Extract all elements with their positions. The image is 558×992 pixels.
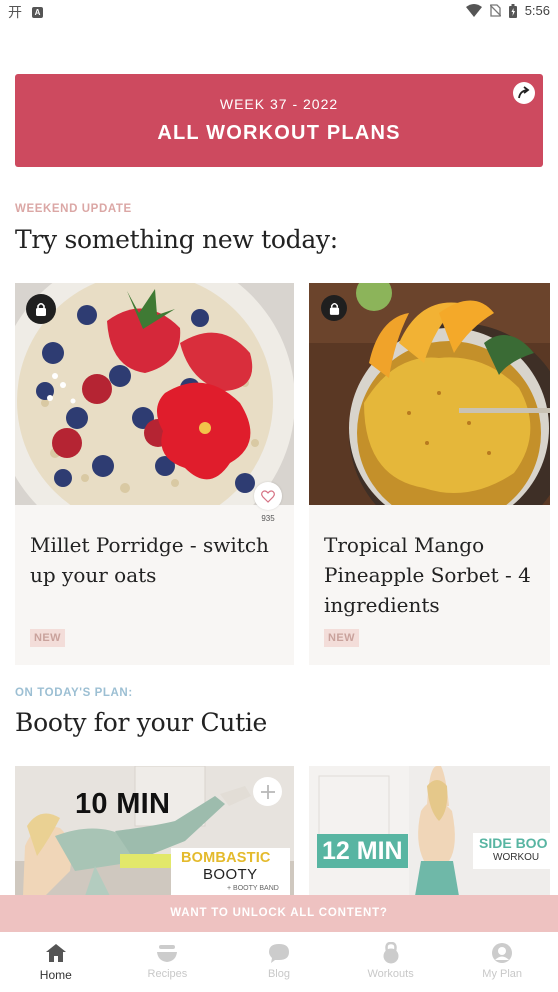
clock: 5:56	[524, 3, 550, 18]
workout-duration: 12 MIN	[317, 834, 408, 868]
nav-item-workouts[interactable]: Workouts	[335, 932, 447, 992]
nav-label: Recipes	[147, 968, 188, 980]
nav-item-recipes[interactable]: Recipes	[112, 932, 224, 992]
recipe-card[interactable]: 935 Millet Porridge - switch up your oat…	[15, 283, 294, 665]
no-sim-icon	[489, 4, 501, 17]
workout-tag-line2: WORKOU	[493, 852, 540, 863]
recipe-card[interactable]: Tropical Mango Pineapple Sorbet - 4 ingr…	[309, 283, 550, 665]
status-bar: 开 A 5:56	[0, 0, 558, 26]
unlock-all-content-bar[interactable]: WANT TO UNLOCK ALL CONTENT?	[0, 895, 558, 932]
wifi-icon	[465, 4, 482, 17]
recipe-title: Tropical Mango Pineapple Sorbet - 4 ingr…	[324, 533, 531, 617]
like-count: 935	[261, 514, 275, 523]
workout-title-tag: SIDE BOO WORKOU	[473, 833, 550, 869]
home-icon	[45, 944, 66, 962]
workout-duration: 10 MIN	[75, 788, 171, 820]
workout-photo	[309, 766, 550, 896]
app-indicator-icon: 开	[8, 4, 22, 20]
lock-icon	[321, 295, 347, 321]
all-workout-plans-banner[interactable]: WEEK 37 - 2022 ALL WORKOUT PLANS	[15, 74, 543, 167]
banner-week-label: WEEK 37 - 2022	[219, 96, 339, 112]
workout-tag-line1: BOMBASTIC	[181, 850, 271, 866]
profile-icon	[492, 943, 513, 963]
workout-tag-line1: SIDE BOO	[479, 835, 548, 851]
workout-tag-line3: + BOOTY BAND	[227, 885, 279, 892]
mango-sorbet-photo	[309, 283, 550, 505]
nav-label: Home	[39, 968, 72, 982]
todays-plan-eyebrow: ON TODAY'S PLAN:	[15, 687, 133, 699]
workout-card[interactable]: 10 MIN BOMBASTIC BOOTY + BOOTY BAND	[15, 766, 294, 896]
bottom-nav: Home Recipes Blog Workouts My Plan	[0, 932, 558, 992]
nav-label: My Plan	[482, 968, 523, 980]
millet-porridge-photo	[15, 283, 294, 505]
new-badge: NEW	[324, 629, 359, 647]
kettlebell-icon	[383, 942, 399, 964]
todays-plan-heading: Booty for your Cutie	[15, 708, 268, 737]
nav-item-home[interactable]: Home	[0, 932, 112, 992]
bowl-icon	[157, 945, 178, 962]
nav-item-my-plan[interactable]: My Plan	[446, 932, 558, 992]
lock-icon	[26, 294, 56, 324]
add-to-plan-button[interactable]	[253, 777, 282, 806]
weekend-update-eyebrow: WEEKEND UPDATE	[15, 203, 132, 215]
chat-bubble-icon	[268, 944, 289, 963]
new-badge: NEW	[30, 629, 65, 647]
banner-title: ALL WORKOUT PLANS	[157, 122, 401, 144]
nav-label: Workouts	[367, 968, 414, 980]
weekend-update-heading: Try something new today:	[15, 225, 338, 254]
battery-icon	[508, 3, 517, 18]
recipe-title: Millet Porridge - switch up your oats	[30, 533, 269, 587]
share-arrow-icon[interactable]	[513, 82, 535, 104]
heart-icon[interactable]	[254, 482, 282, 510]
nav-item-blog[interactable]: Blog	[223, 932, 335, 992]
nav-label: Blog	[267, 968, 290, 980]
workout-card[interactable]: 12 MIN SIDE BOO WORKOU	[309, 766, 550, 896]
workout-tag-line2: BOOTY	[203, 866, 258, 883]
workout-title-tag: BOMBASTIC BOOTY + BOOTY BAND	[171, 848, 290, 896]
a-badge-icon: A	[32, 6, 43, 18]
